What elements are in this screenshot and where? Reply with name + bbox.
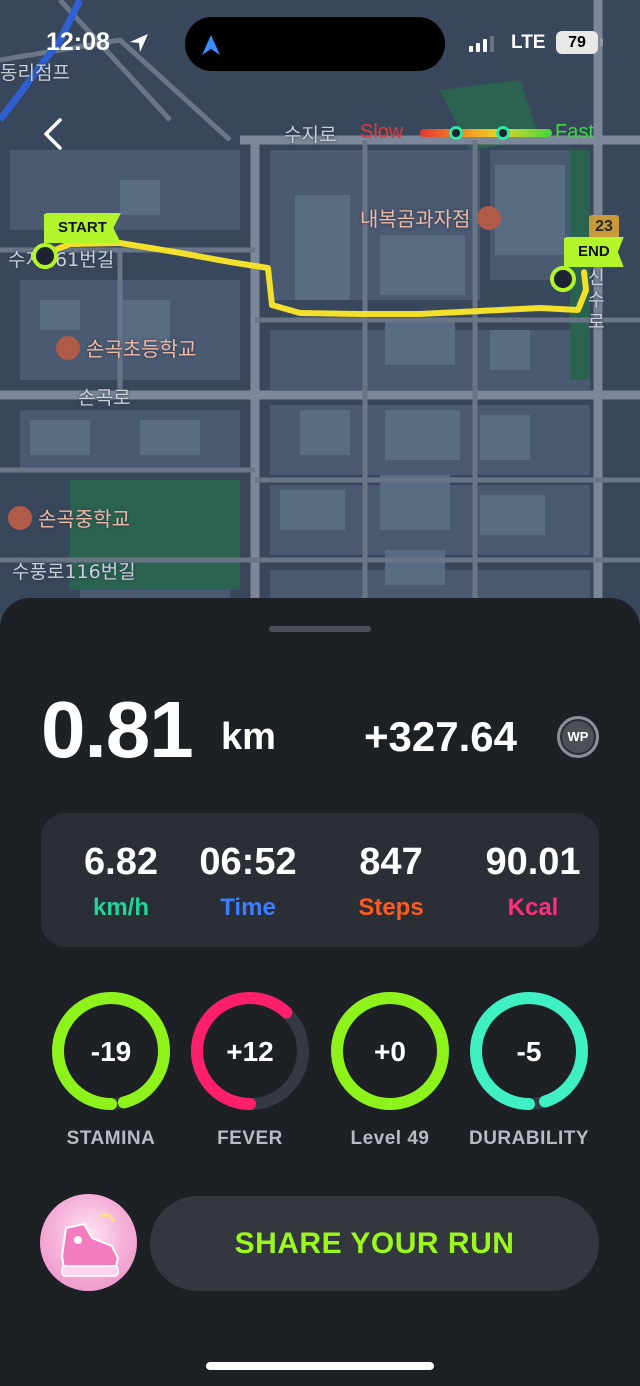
sneaker-icon: [60, 1213, 120, 1277]
stat-time: 06:52 Time: [178, 841, 318, 922]
run-summary-sheet: 0.81 km +327.64 WP 6.82 km/h 06:52 Time …: [0, 598, 640, 1386]
stat-value: 06:52: [199, 841, 297, 883]
end-pin[interactable]: [550, 266, 576, 292]
points-earned: +327.64: [364, 713, 517, 760]
wp-token-icon: WP: [557, 716, 599, 758]
stat-label: Time: [220, 894, 276, 921]
map-poi-store[interactable]: 내복곰과자점: [360, 203, 507, 232]
home-indicator[interactable]: [206, 1362, 434, 1370]
start-flag: START: [46, 213, 121, 243]
stat-label: km/h: [92, 894, 149, 921]
battery-indicator: 79: [556, 31, 598, 54]
stats-card: 6.82 km/h 06:52 Time 847 Steps 90.01 Kca…: [41, 813, 599, 947]
end-flag: END: [566, 237, 624, 267]
stat-speed: 6.82 km/h: [51, 841, 191, 922]
stat-label: Kcal: [507, 894, 559, 921]
map-poi-middle-school[interactable]: 손곡중학교: [8, 503, 130, 532]
stat-value: 90.01: [485, 841, 581, 883]
dynamic-island: [185, 17, 445, 71]
distance-unit: km: [221, 716, 276, 758]
poi-name: 내복곰과자점: [360, 207, 471, 231]
speed-legend-gradient: [420, 129, 552, 137]
signal-strength-icon: [469, 36, 494, 52]
speed-legend-marker: [449, 126, 463, 140]
status-time: 12:08: [46, 28, 110, 56]
map-label-road-vertical: 신수로: [588, 268, 605, 333]
map-label-road: 수지461번길: [8, 249, 115, 271]
map-label-road: 수풍로116번길: [12, 561, 136, 583]
fever-label: FEVER: [217, 1128, 283, 1149]
map-poi-elementary-school[interactable]: 손곡초등학교: [56, 333, 196, 362]
speed-legend-marker: [496, 126, 510, 140]
school-icon: [56, 336, 80, 360]
poi-name: 손곡초등학교: [86, 337, 197, 361]
stat-value: 6.82: [84, 841, 158, 883]
battery-cap: [600, 38, 603, 47]
map-streets: [0, 0, 640, 640]
stat-kcal: 90.01 Kcal: [463, 841, 603, 922]
map-label-road: 손곡로: [78, 387, 131, 409]
map-label: 동리점프: [0, 62, 70, 84]
share-run-button[interactable]: SHARE YOUR RUN: [150, 1196, 599, 1291]
poi-name: 손곡중학교: [38, 507, 130, 531]
durability-value: -5: [516, 1036, 542, 1067]
stat-value: 847: [359, 841, 423, 883]
back-button[interactable]: [36, 114, 72, 154]
level-value: +0: [374, 1036, 406, 1067]
durability-label: DURABILITY: [468, 1128, 590, 1149]
speed-legend-fast: Fast: [555, 121, 594, 143]
road-number-badge: 23: [589, 215, 619, 239]
start-pin[interactable]: [32, 243, 58, 269]
route-map[interactable]: 동리점프 수지로 내복곰과자점 수지461번길 손곡초등학교 손곡로 손곡중학교…: [0, 0, 640, 640]
level-label: Level 49: [350, 1128, 430, 1149]
stat-label: Steps: [358, 894, 424, 921]
sheet-grabber[interactable]: [269, 626, 371, 632]
location-arrow-icon: [130, 34, 148, 52]
navigation-arrow-icon: [202, 35, 220, 55]
sneaker-avatar[interactable]: [40, 1194, 137, 1291]
chevron-left-icon: [44, 118, 62, 150]
speed-legend-slow: Slow: [360, 121, 404, 143]
fever-value: +12: [226, 1036, 274, 1067]
stat-steps: 847 Steps: [321, 841, 461, 922]
distance-value: 0.81: [41, 685, 194, 774]
stamina-value: -19: [90, 1036, 132, 1067]
network-type: LTE: [511, 32, 546, 53]
stamina-label: STAMINA: [66, 1128, 156, 1149]
school-icon: [8, 506, 32, 530]
map-label-road: 수지로: [284, 124, 337, 146]
bakery-icon: [476, 206, 501, 230]
